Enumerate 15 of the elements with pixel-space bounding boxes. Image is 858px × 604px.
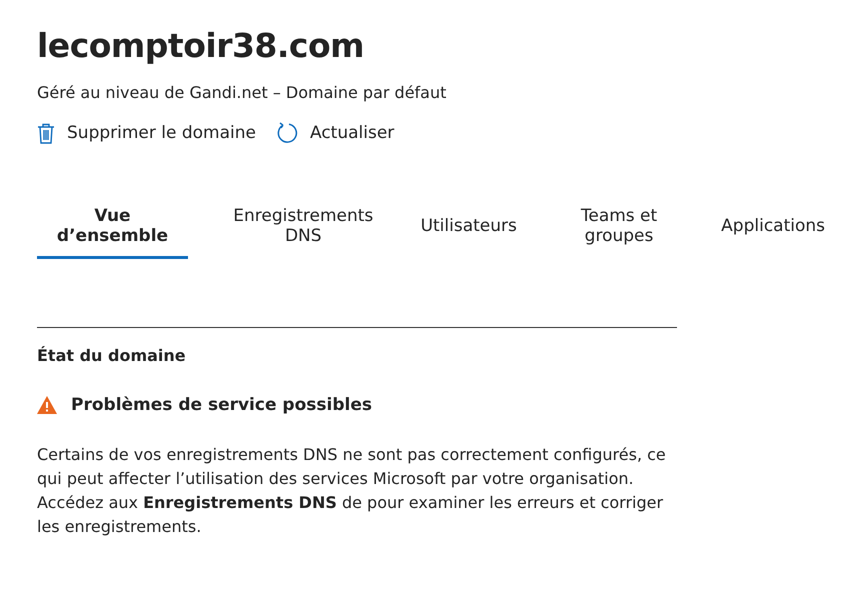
domain-subtitle: Géré au niveau de Gandi.net – Domaine par défaut xyxy=(37,83,448,102)
section-heading: État du domaine xyxy=(37,346,187,365)
delete-button[interactable]: Supprimer le domaine xyxy=(37,122,256,144)
warning-icon xyxy=(37,396,57,414)
tab[interactable]: Teams et groupes xyxy=(544,206,694,259)
tab[interactable]: Applications xyxy=(719,206,827,259)
tab[interactable]: Utilisateurs xyxy=(418,206,519,259)
refresh-button[interactable]: Actualiser xyxy=(276,122,394,144)
tab[interactable]: Vue d’ensemble xyxy=(37,206,188,259)
tab[interactable]: Enregistrements DNS xyxy=(214,206,393,259)
status-message: Certains de vos enregistrements DNS ne sont pas correctement configurés, ce qui peut affecter l’utilisation des services Microsoft par votre organisation. Accédez aux Enregistrements DNS de pour examiner les erreurs et corriger les enregistrements. xyxy=(37,444,667,538)
warning-text: Problèmes de service possibles xyxy=(71,395,372,415)
domain-title: lecomptoir38.com xyxy=(37,26,366,65)
refresh-icon xyxy=(276,122,298,144)
trash-icon xyxy=(37,122,55,144)
